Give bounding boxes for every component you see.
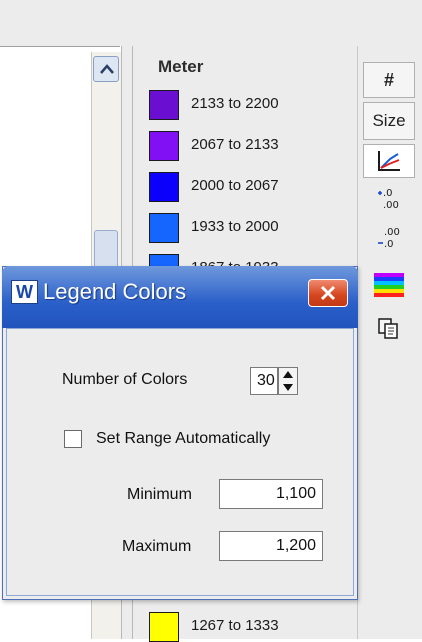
minimum-field[interactable]: 1,100 [219, 479, 323, 509]
decrease-decimal-icon: .00 .0 [378, 227, 400, 250]
legend-swatch [149, 612, 179, 642]
decrease-decimal-button[interactable]: .00 .0 [363, 220, 415, 256]
minimum-label: Minimum [127, 486, 192, 503]
close-button[interactable] [308, 279, 348, 307]
number-of-colors-label: Number of Colors [62, 371, 188, 388]
legend-range-label: 1267 to 1333 [191, 617, 279, 634]
scroll-up-button[interactable] [93, 56, 119, 82]
size-label: Size [372, 111, 406, 130]
scroll-thumb[interactable] [94, 230, 118, 270]
increase-decimal-button[interactable]: .0 .00 [363, 182, 415, 216]
legend-swatch [149, 90, 179, 120]
legend-swatch [149, 172, 179, 202]
chart-toggle-button[interactable] [363, 144, 415, 178]
line-chart-icon [378, 151, 400, 171]
spin-up-icon [283, 371, 293, 378]
dialog-title: Legend Colors [43, 279, 187, 304]
color-bands-icon [374, 273, 404, 297]
legend-range-label: 2067 to 2133 [191, 136, 279, 153]
legend-range-label: 1933 to 2000 [191, 218, 279, 235]
svg-text:.0: .0 [383, 188, 393, 199]
svg-text:.0: .0 [384, 239, 394, 250]
top-bar [0, 0, 422, 46]
legend-swatch [149, 131, 179, 161]
increase-decimal-icon: .0 .00 [378, 188, 399, 211]
legend-colors-button[interactable] [363, 270, 415, 300]
maximum-label: Maximum [122, 538, 192, 555]
number-of-colors-input[interactable]: 30 [250, 367, 278, 395]
close-icon [320, 285, 336, 301]
size-button[interactable]: Size [363, 102, 415, 140]
number-format-button[interactable]: # [363, 62, 415, 98]
app-icon: W [11, 280, 38, 304]
hash-label: # [383, 69, 394, 90]
spin-down-icon [283, 384, 293, 391]
maximum-field[interactable]: 1,200 [219, 531, 323, 561]
legend-range-label: 2000 to 2067 [191, 177, 279, 194]
legend-swatch [149, 213, 179, 243]
svg-text:.00: .00 [383, 200, 399, 211]
spin-up-button[interactable] [279, 368, 297, 381]
set-range-checkbox[interactable] [64, 430, 82, 448]
svg-text:.00: .00 [384, 227, 400, 238]
number-of-colors-spinner[interactable] [278, 367, 298, 395]
set-range-label: Set Range Automatically [96, 430, 271, 447]
legend-range-label: 2133 to 2200 [191, 95, 279, 112]
copy-icon [378, 318, 398, 339]
spin-down-button[interactable] [279, 381, 297, 394]
legend-title: Meter [158, 57, 204, 76]
chevron-up-icon [100, 64, 114, 74]
copy-button[interactable] [363, 312, 415, 346]
